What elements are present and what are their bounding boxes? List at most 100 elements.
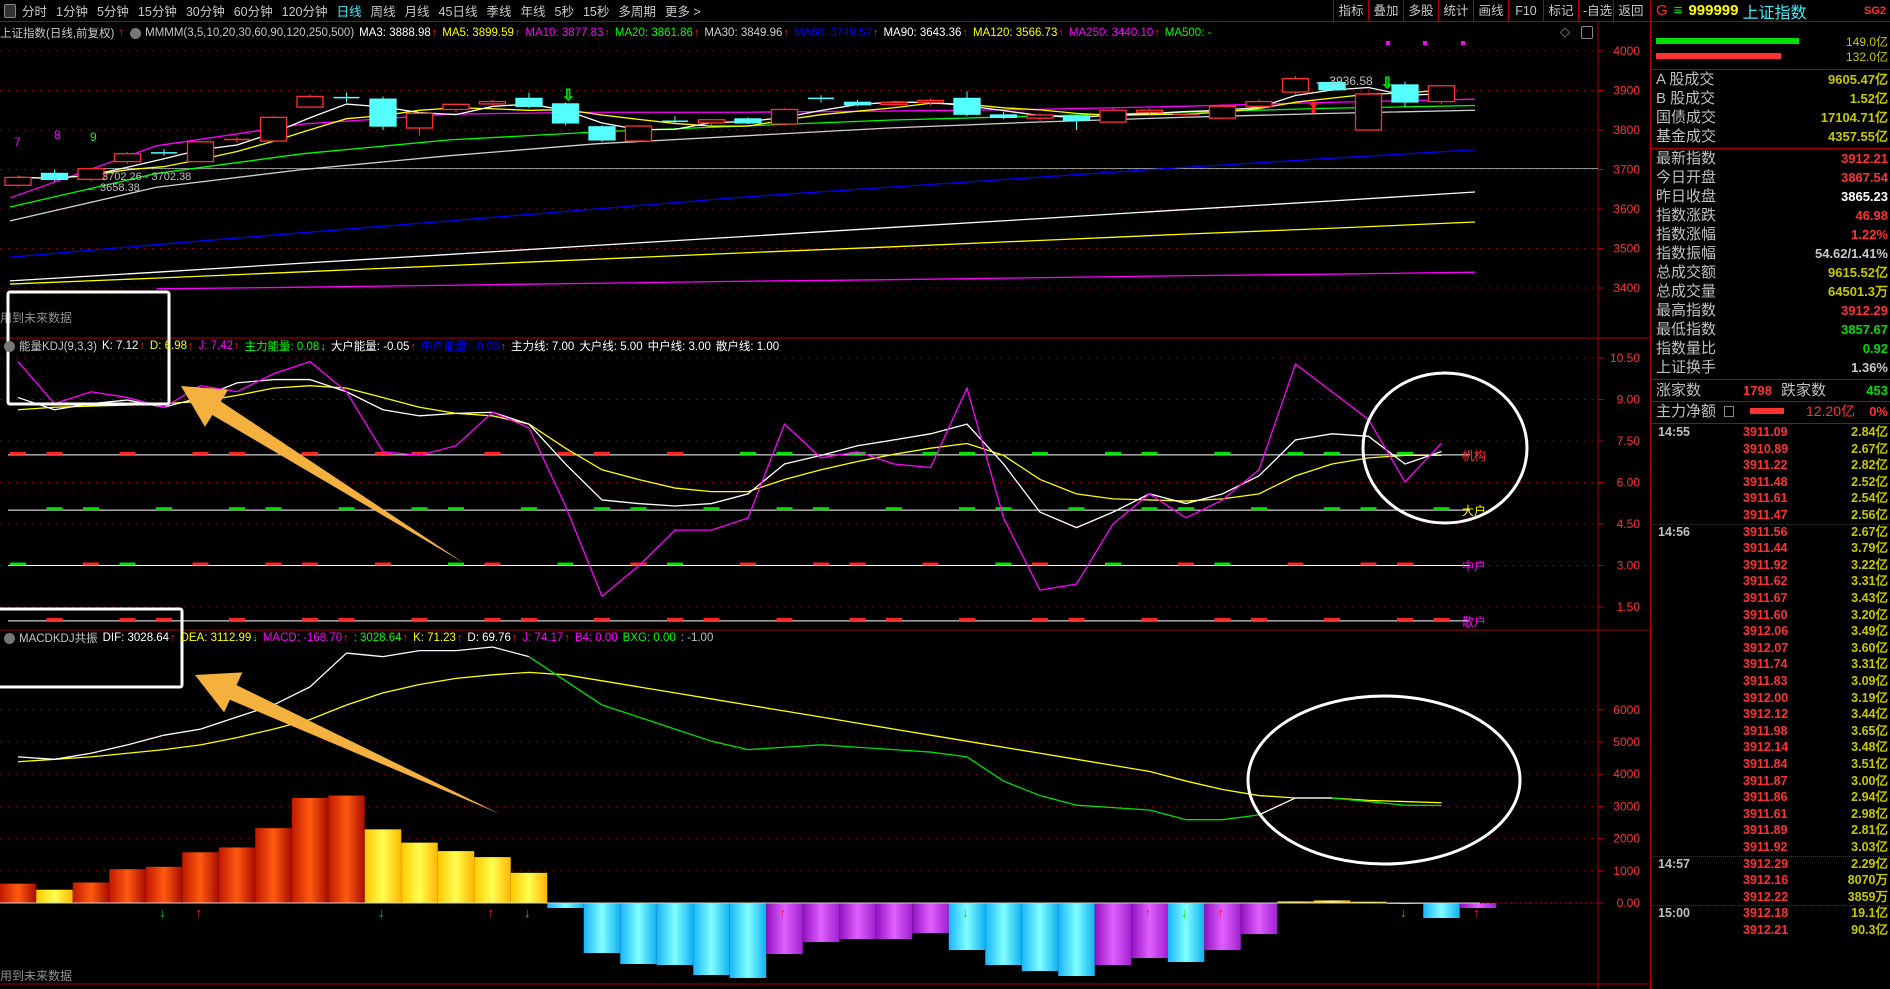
axis-label: 3.00 [1617, 559, 1641, 573]
legend-item: 大户线: 5.00 [579, 338, 642, 354]
energy-mark [229, 451, 245, 455]
up-arrow-icon: ↑ [410, 341, 416, 353]
dif-line [565, 680, 603, 706]
energy-mark [959, 451, 975, 455]
diamond-icon[interactable]: ◇ [1560, 24, 1570, 40]
legend-value: DIF: 3028.64 [102, 632, 170, 644]
candle [588, 125, 616, 142]
quote-value: 64501.3万 [1828, 284, 1888, 299]
quote-value: 1.36% [1851, 360, 1888, 375]
energy-mark [1397, 451, 1413, 455]
tick-volume: 3.51亿 [1851, 757, 1888, 771]
indicator-menu-icon[interactable] [4, 632, 15, 644]
tick-volume: 2.84亿 [1851, 425, 1888, 439]
legend-value: 主力线: 7.00 [511, 341, 575, 353]
quote-value: 9615.52亿 [1828, 265, 1888, 280]
quote-value: 17104.71亿 [1820, 110, 1888, 125]
energy-mark [1433, 617, 1450, 621]
energy-mark [849, 562, 866, 566]
tick-row: 3911.22 2.82亿 [1656, 457, 1888, 474]
tick-volume: 3.09亿 [1851, 674, 1888, 688]
quote-value: 3867.54 [1841, 170, 1888, 185]
legend-value: MA30: 3849.96 [704, 27, 783, 39]
macd-bar [1423, 903, 1460, 919]
indicator-name[interactable]: 能量KDJ(9,3,3) [19, 338, 97, 354]
up-arrow-icon: ↑ [234, 340, 240, 352]
sg-tag[interactable]: SG2 [1864, 5, 1886, 17]
legend-item: K: 7.12↑ [102, 340, 145, 352]
candle [989, 112, 1018, 119]
energy-mark [229, 617, 245, 621]
energy-mark [46, 451, 63, 455]
legend-item: MA500: - [1165, 27, 1212, 39]
macd-bar [437, 851, 475, 903]
tick-price: 3911.92 [1743, 840, 1788, 854]
legend-value: 中户能量: -0.03 [420, 341, 500, 353]
quote-row: 总成交额 9615.52亿 [1656, 263, 1888, 282]
tick-volume: 2.52亿 [1851, 474, 1888, 489]
macd-bar [255, 828, 292, 903]
chart-area[interactable]: 4000 3900 3800 3700 3600 3500 3400 10.50 9.00 7.5… [0, 0, 1650, 989]
energy-mark [776, 507, 793, 511]
quote-label: 上证换手 [1656, 359, 1717, 376]
highlight-circle [1361, 371, 1529, 525]
macd-legend: MACDKDJ共振 DIF: 3028.64↑ DEA: 3112.99↓ MACD:… [0, 629, 718, 647]
menu-icon[interactable]: ≡ [1674, 2, 1683, 19]
quote-label: 今日开盘 [1656, 169, 1717, 186]
tick-row: 14:57 3912.29 2.29亿 [1656, 856, 1888, 873]
energy-mark [1324, 451, 1340, 455]
tick-price: 3911.84 [1743, 757, 1788, 771]
legend-value: B4: 0.00 [574, 632, 618, 644]
quote-label: A 股成交 [1656, 71, 1715, 88]
quote-label: 国债成交 [1656, 109, 1717, 126]
quote-row: 昨日收盘 3865.23 [1656, 187, 1888, 206]
tick-row: 3911.61 2.54亿 [1656, 490, 1888, 507]
tick-price: 3911.22 [1743, 458, 1788, 473]
sell-arrow-icon: ↓ [159, 905, 166, 920]
quote-label: 指数涨幅 [1656, 226, 1717, 243]
indicator-menu-icon[interactable] [4, 340, 15, 352]
indicator-name[interactable]: MACDKDJ共振 [19, 630, 98, 646]
energy-mark [776, 617, 793, 621]
candle [843, 99, 872, 107]
tick-volume: 2.82亿 [1851, 458, 1888, 473]
candle [186, 141, 215, 163]
quote-label: 总成交量 [1656, 283, 1717, 300]
tick-row: 3911.89 2.81亿 [1656, 822, 1888, 839]
energy-mark [813, 562, 829, 566]
energy-mark [46, 507, 63, 511]
signal-dot [1423, 41, 1427, 45]
ma60-line [9, 149, 1476, 258]
energy-mark [1214, 617, 1231, 621]
energy-mark [594, 507, 610, 511]
list-icon[interactable] [1724, 406, 1734, 417]
tick-row: 3912.06 3.49亿 [1656, 623, 1888, 640]
buy-arrow-icon: ↑ [1473, 905, 1480, 920]
quote-value: 9605.47亿 [1828, 72, 1888, 87]
tick-volume: 19.1亿 [1851, 906, 1888, 921]
indicator-menu-icon[interactable] [130, 27, 142, 39]
energy-mark [1214, 451, 1231, 455]
tick-row: 3911.84 3.51亿 [1656, 756, 1888, 773]
macd-bar [36, 889, 73, 903]
quote-row: 总成交量 64501.3万 [1656, 282, 1888, 301]
main-legend: 上证指数(日线,前复权) ↑ MMMM(3,5,10,20,30,60,90,120… [0, 24, 1216, 42]
tick-price: 3911.67 [1743, 591, 1788, 605]
tick-time: 14:56 [1658, 524, 1690, 539]
ma30-line [9, 109, 1476, 222]
signal-dot [1386, 41, 1390, 45]
legend-item: MA20: 3861.86↑ [615, 27, 700, 39]
energy-mark [886, 507, 902, 511]
down-count-label: 跌家数 [1781, 382, 1827, 399]
legend-value: J: 74.17 [522, 632, 564, 644]
annotation-arrow [195, 672, 500, 814]
panel-icon[interactable] [1581, 26, 1593, 39]
energy-mark [703, 507, 720, 511]
legend-item: B4: 0.00 [575, 632, 618, 644]
legend-value: BXG: 0.00 [622, 632, 676, 644]
tick-volume: 3.22亿 [1851, 557, 1888, 572]
tick-price: 3911.44 [1743, 541, 1788, 556]
down-count: 453 [1866, 383, 1888, 398]
indicator-name[interactable]: MMMM(3,5,10,20,30,60,90,120,250,500) [145, 27, 354, 39]
energy-mark [1068, 617, 1085, 621]
